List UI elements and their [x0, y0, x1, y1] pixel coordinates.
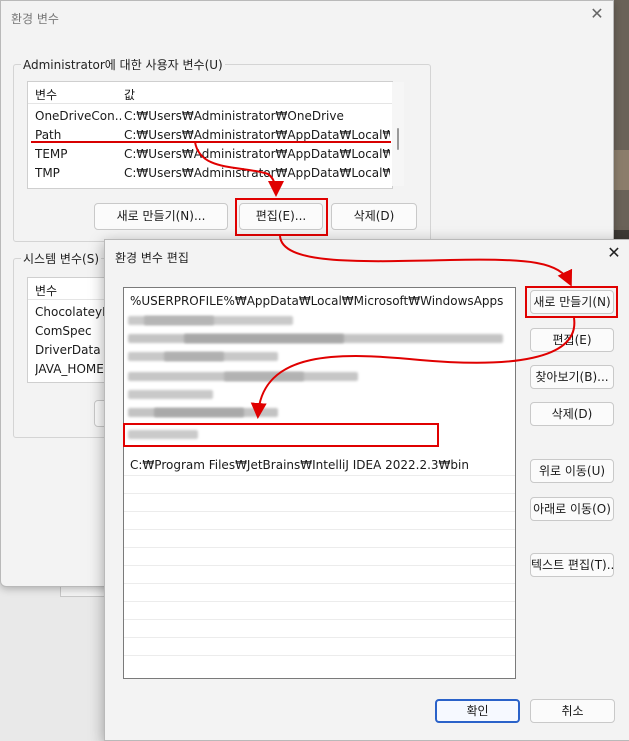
system-variable-name[interactable]: JAVA_HOME — [35, 362, 104, 376]
edit-path-button[interactable]: 편집(E) — [530, 328, 614, 352]
system-variable-name[interactable]: ChocolateyIn — [35, 305, 108, 319]
variable-value: C:₩Users₩Administrator₩AppData₩Local₩Te.… — [124, 147, 390, 161]
delete-variable-button[interactable]: 삭제(D) — [331, 203, 417, 230]
column-header-variable[interactable]: 변수 — [35, 282, 57, 299]
edit-text-button[interactable]: 텍스트 편집(T)... — [530, 553, 614, 577]
move-up-button[interactable]: 위로 이동(U) — [530, 459, 614, 483]
annotation-underline — [31, 141, 391, 143]
variable-value: C:₩Users₩Administrator₩AppData₩Local₩Te.… — [124, 166, 390, 180]
move-down-button[interactable]: 아래로 이동(O) — [530, 497, 614, 521]
browse-button[interactable]: 찾아보기(B)... — [530, 365, 614, 389]
close-icon[interactable]: ✕ — [589, 6, 605, 22]
dialog-title: 환경 변수 — [11, 12, 59, 26]
system-variables-label: 시스템 변수(S) — [21, 250, 101, 267]
dialog-title: 환경 변수 편집 — [115, 251, 189, 265]
list-header — [28, 82, 392, 104]
edit-environment-variable-dialog: 환경 변수 편집 ✕ %USERPROFILE%₩AppData₩Local₩M… — [104, 239, 629, 741]
ok-button[interactable]: 확인 — [435, 699, 520, 723]
column-header-value[interactable]: 값 — [124, 86, 135, 103]
user-variables-list[interactable]: 변수 값 OneDriveCon... C:₩Users₩Administrat… — [27, 81, 393, 189]
annotation-highlight-edit — [235, 198, 328, 236]
new-variable-button[interactable]: 새로 만들기(N)... — [94, 203, 228, 230]
system-variable-name[interactable]: ComSpec — [35, 324, 92, 338]
variable-name: Path — [35, 128, 62, 142]
cancel-button[interactable]: 취소 — [530, 699, 615, 723]
annotation-highlight-new-path — [123, 423, 439, 447]
variable-value: C:₩Users₩Administrator₩OneDrive — [124, 109, 344, 123]
annotation-highlight-new — [525, 286, 618, 318]
variable-name: OneDriveCon... — [35, 109, 121, 123]
path-entry-selected[interactable]: C:₩Program Files₩JetBrains₩IntelliJ IDEA… — [130, 458, 469, 476]
system-variable-name[interactable]: DriverData — [35, 343, 101, 357]
close-icon[interactable]: ✕ — [606, 245, 622, 261]
system-variables-list[interactable]: 변수 ChocolateyIn ComSpec DriverData JAVA_… — [27, 277, 109, 383]
scrollbar[interactable] — [392, 82, 404, 186]
scrollbar-thumb[interactable] — [397, 128, 399, 150]
variable-value: C:₩Users₩Administrator₩AppData₩Local₩Mic… — [124, 128, 390, 142]
user-variables-label: Administrator에 대한 사용자 변수(U) — [21, 56, 225, 73]
column-header-variable[interactable]: 변수 — [35, 86, 57, 103]
path-list[interactable]: %USERPROFILE%₩AppData₩Local₩Microsoft₩Wi… — [123, 287, 516, 679]
variable-name: TEMP — [35, 147, 68, 161]
variable-name: TMP — [35, 166, 60, 180]
delete-path-button[interactable]: 삭제(D) — [530, 402, 614, 426]
path-entry[interactable]: %USERPROFILE%₩AppData₩Local₩Microsoft₩Wi… — [130, 294, 503, 312]
